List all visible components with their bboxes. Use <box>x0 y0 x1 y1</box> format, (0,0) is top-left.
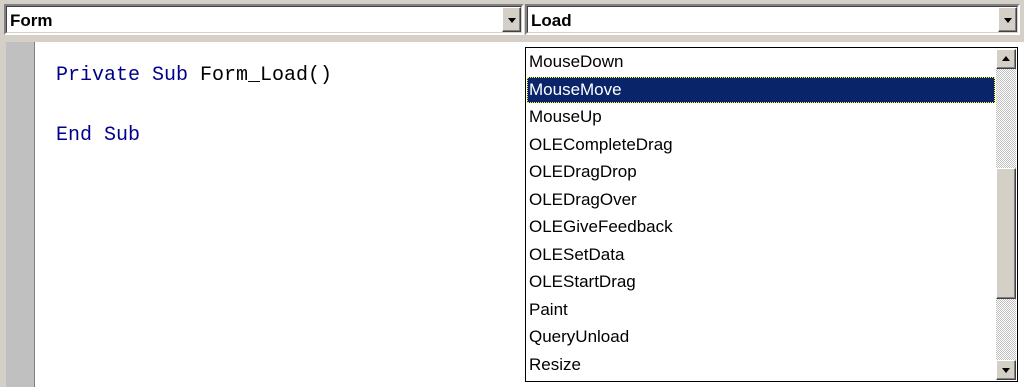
procedure-list-item[interactable]: Resize <box>527 352 995 378</box>
code-line-1: Private Sub Form_Load() <box>56 64 332 87</box>
code-keyword: Private Sub <box>56 64 189 87</box>
procedure-list-item[interactable]: OLEDragDrop <box>527 159 995 185</box>
object-combo-value: Form <box>10 11 53 30</box>
procedure-list-item[interactable]: OLEGiveFeedback <box>527 214 995 240</box>
chevron-down-icon <box>507 17 516 23</box>
arrow-down-icon <box>1002 368 1010 373</box>
procedure-list-item[interactable]: OLEDragOver <box>527 187 995 213</box>
object-combo[interactable]: Form <box>4 4 524 35</box>
code-line-2: End Sub <box>56 124 141 147</box>
procedure-list-item[interactable]: MouseUp <box>527 104 995 130</box>
list-scrollbar[interactable] <box>996 49 1016 380</box>
procedure-list-item[interactable]: MouseMove <box>527 76 995 103</box>
arrow-up-icon <box>1002 56 1010 61</box>
procedure-list-item[interactable]: QueryUnload <box>527 324 995 350</box>
procedure-list-item[interactable]: OLESetData <box>527 242 995 268</box>
scroll-down-button[interactable] <box>996 360 1016 380</box>
procedure-list-item[interactable]: MouseDown <box>527 49 995 75</box>
scroll-up-button[interactable] <box>996 49 1016 69</box>
margin-indicator-bar[interactable] <box>6 42 35 387</box>
object-combo-dropdown-button[interactable] <box>502 7 521 32</box>
procedure-list-item[interactable]: OLEStartDrag <box>527 269 995 295</box>
procedure-list-item[interactable]: OLECompleteDrag <box>527 132 995 158</box>
procedure-combo[interactable]: Load <box>525 4 1020 35</box>
procedure-combo-value: Load <box>531 11 572 30</box>
code-procedure-name: Form_Load() <box>188 64 333 87</box>
scroll-thumb[interactable] <box>996 168 1016 299</box>
procedure-combo-dropdown-button[interactable] <box>998 7 1017 32</box>
procedure-dropdown-list[interactable]: MouseDown MouseMove MouseUp OLECompleteDrag… <box>525 47 1018 382</box>
procedure-list-item[interactable]: Paint <box>527 297 995 323</box>
chevron-down-icon <box>1003 17 1012 23</box>
